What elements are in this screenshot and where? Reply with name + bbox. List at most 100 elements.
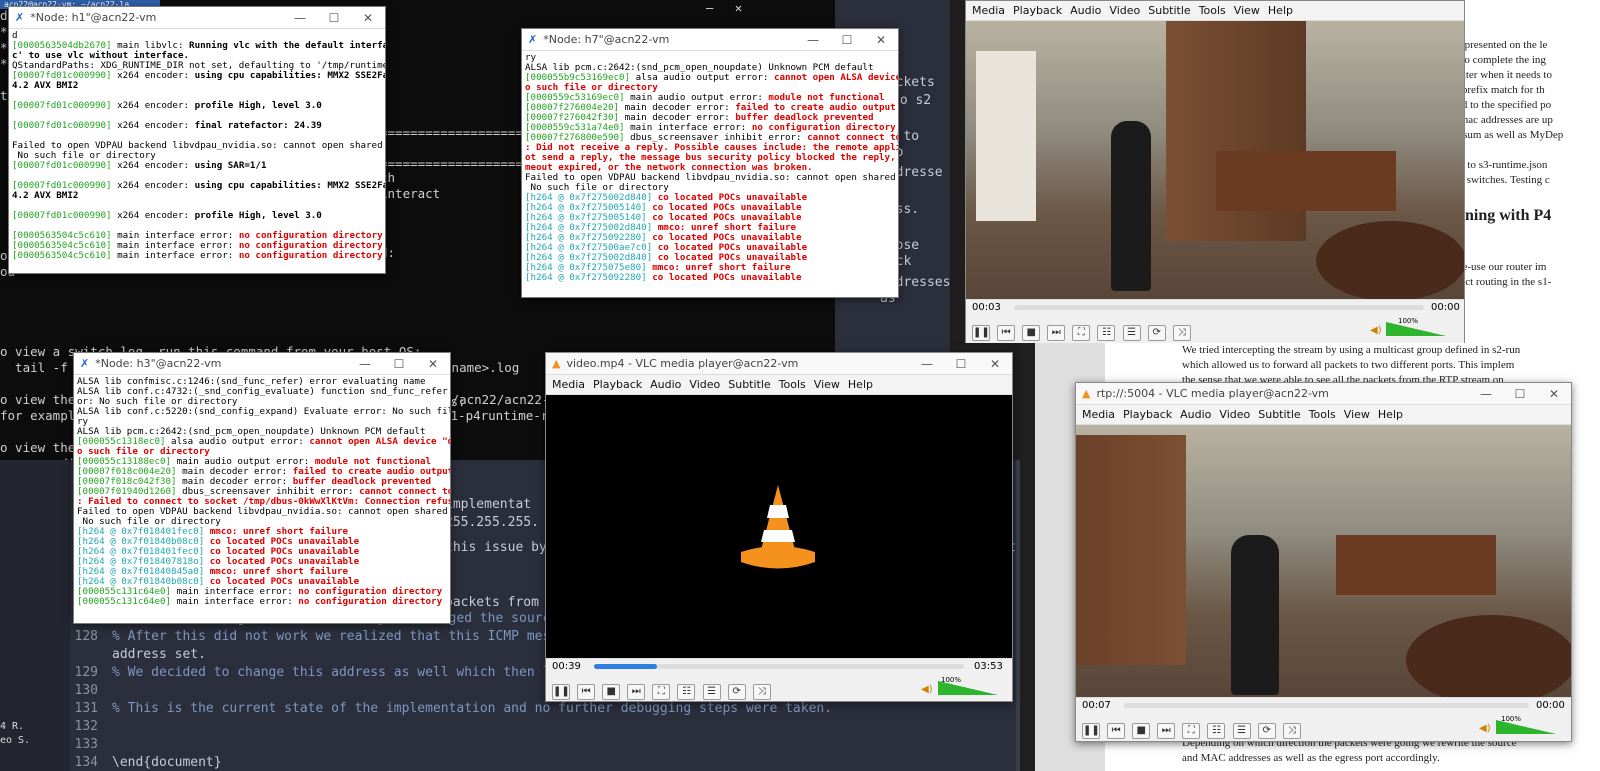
close-button[interactable]: ✕ xyxy=(978,357,1012,371)
menu-item[interactable]: View xyxy=(814,378,848,391)
shuffle-button[interactable]: ⤨ xyxy=(1282,723,1301,739)
menu-item[interactable]: Tools xyxy=(779,378,814,391)
close-button[interactable]: ✕ xyxy=(864,33,898,47)
speaker-icon[interactable]: ◀) xyxy=(1370,325,1382,336)
maximize-button[interactable]: ☐ xyxy=(382,357,416,371)
fullscreen-button[interactable]: ⛶ xyxy=(1182,723,1201,739)
extended-settings-button[interactable]: ☷ xyxy=(1207,723,1226,739)
seek-fill xyxy=(594,664,657,669)
xterm-h7[interactable]: ✗ *Node: h7"@acn22-vm — ☐ ✕ ry ALSA lib pcm.c… xyxy=(521,28,899,298)
menu-item[interactable]: Media xyxy=(552,378,593,391)
menu-item[interactable]: Media xyxy=(1082,408,1123,421)
terminal-output[interactable]: d [0000563504db2670] main libvlc: Running… xyxy=(9,29,385,273)
menu-item[interactable]: Playback xyxy=(1013,4,1070,17)
xterm-h3[interactable]: ✗ *Node: h3"@acn22-vm — ☐ ✕ ALSA lib confmis… xyxy=(73,352,451,624)
seek-bar[interactable] xyxy=(1124,703,1529,708)
menu-item[interactable]: Subtitle xyxy=(728,378,778,391)
controls[interactable]: 00:07 00:00 ❚❚ ⏮ ■ ⏭ ⛶ ☷ ☰ ⟳ ⤨ ◀) 100% xyxy=(1076,697,1571,741)
close-button[interactable]: ✕ xyxy=(351,11,385,25)
shuffle-button[interactable]: ⤨ xyxy=(1172,325,1191,341)
playlist-button[interactable]: ☰ xyxy=(702,684,721,700)
loop-button[interactable]: ⟳ xyxy=(727,684,746,700)
menu-item[interactable]: Playback xyxy=(593,378,650,391)
menu-item[interactable]: Media xyxy=(972,4,1013,17)
menu-item[interactable]: View xyxy=(1344,408,1378,421)
seek-bar[interactable] xyxy=(1014,305,1424,310)
loop-button[interactable]: ⟳ xyxy=(1257,723,1276,739)
menu-item[interactable]: Subtitle xyxy=(1148,4,1198,17)
extended-settings-button[interactable]: ☷ xyxy=(1097,325,1116,341)
vlc-rtp-window[interactable]: ▲ rtp://:5004 - VLC media player@acn22-vm… xyxy=(1075,382,1572,742)
title-bar[interactable]: ▲ rtp://:5004 - VLC media player@acn22-vm… xyxy=(1076,383,1571,405)
menu-item[interactable]: Tools xyxy=(1309,408,1344,421)
menu-item[interactable]: Video xyxy=(1219,408,1258,421)
playlist-button[interactable]: ☰ xyxy=(1232,723,1251,739)
terminal-output[interactable]: ALSA lib confmisc.c:1246:(snd_func_refer… xyxy=(74,375,450,623)
fullscreen-button[interactable]: ⛶ xyxy=(652,684,671,700)
close-button[interactable]: ✕ xyxy=(1537,387,1571,401)
speaker-icon[interactable]: ◀) xyxy=(1479,723,1491,734)
speaker-icon[interactable]: ◀) xyxy=(921,684,933,695)
menu-item[interactable]: Audio xyxy=(650,378,689,391)
minimize-button[interactable]: — xyxy=(283,11,317,25)
stop-button[interactable]: ■ xyxy=(1132,723,1151,739)
menu-item[interactable]: Help xyxy=(1268,4,1301,17)
stop-button[interactable]: ■ xyxy=(602,684,621,700)
menu-item[interactable]: View xyxy=(1234,4,1268,17)
next-button[interactable]: ⏭ xyxy=(1157,723,1176,739)
button-row[interactable]: ❚❚ ⏮ ■ ⏭ ⛶ ☷ ☰ ⟳ ⤨ xyxy=(1082,718,1303,739)
minimize-button[interactable]: — xyxy=(348,357,382,371)
close-button[interactable]: ✕ xyxy=(416,357,450,371)
maximize-button[interactable]: ☐ xyxy=(1503,387,1537,401)
playlist-button[interactable]: ☰ xyxy=(1122,325,1141,341)
pause-button[interactable]: ❚❚ xyxy=(1082,723,1100,739)
maximize-button[interactable]: ☐ xyxy=(830,33,864,47)
pause-button[interactable]: ❚❚ xyxy=(552,684,570,700)
stop-button[interactable]: ■ xyxy=(1022,325,1041,341)
menu-item[interactable]: Subtitle xyxy=(1258,408,1308,421)
prev-button[interactable]: ⏮ xyxy=(1107,723,1126,739)
button-row[interactable]: ❚❚ ⏮ ■ ⏭ ⛶ ☷ ☰ ⟳ ⤨ xyxy=(552,679,773,700)
loop-button[interactable]: ⟳ xyxy=(1147,325,1166,341)
xterm-h1[interactable]: ✗ *Node: h1"@acn22-vm — ☐ ✕ d [0000563504db26… xyxy=(8,6,386,274)
vlc-top-window[interactable]: Media Playback Audio Video Subtitle Tools View… xyxy=(965,0,1465,343)
terminal-output[interactable]: ry ALSA lib pcm.c:2642:(snd_pcm_open_noup… xyxy=(522,51,898,297)
menu-bar[interactable]: Media Playback Audio Video Subtitle Tools View… xyxy=(546,375,1012,395)
fullscreen-button[interactable]: ⛶ xyxy=(1072,325,1091,341)
maximize-button[interactable]: ☐ xyxy=(944,357,978,371)
button-row[interactable]: ❚❚ ⏮ ■ ⏭ ⛶ ☷ ☰ ⟳ ⤨ xyxy=(972,320,1193,341)
pause-button[interactable]: ❚❚ xyxy=(972,325,990,341)
extended-settings-button[interactable]: ☷ xyxy=(677,684,696,700)
menu-item[interactable]: Video xyxy=(1109,4,1148,17)
vlc-video-window[interactable]: ▲ video.mp4 - VLC media player@acn22-vm — ☐… xyxy=(545,352,1013,702)
menu-item[interactable]: Audio xyxy=(1180,408,1219,421)
menu-item[interactable]: Tools xyxy=(1199,4,1234,17)
prev-button[interactable]: ⏮ xyxy=(997,325,1016,341)
controls[interactable]: 00:39 03:53 ❚❚ ⏮ ■ ⏭ ⛶ ☷ ☰ ⟳ ⤨ ◀) 100% xyxy=(546,658,1012,701)
window-title: *Node: h7"@acn22-vm xyxy=(543,33,670,46)
shuffle-button[interactable]: ⤨ xyxy=(752,684,771,700)
seek-bar[interactable] xyxy=(594,664,964,669)
menu-item[interactable]: Playback xyxy=(1123,408,1180,421)
title-bar[interactable]: ✗ *Node: h3"@acn22-vm — ☐ ✕ xyxy=(74,353,450,375)
menu-item[interactable]: Help xyxy=(848,378,881,391)
minimize-button[interactable]: — xyxy=(796,33,830,47)
next-button[interactable]: ⏭ xyxy=(627,684,646,700)
title-bar[interactable]: ✗ *Node: h7"@acn22-vm — ☐ ✕ xyxy=(522,29,898,51)
menu-item[interactable]: Video xyxy=(689,378,728,391)
minimize-button[interactable]: — xyxy=(910,357,944,371)
controls[interactable]: 00:03 00:00 ❚❚ ⏮ ■ ⏭ ⛶ ☷ ☰ ⟳ ⤨ ◀) 100% xyxy=(966,299,1464,343)
prev-button[interactable]: ⏮ xyxy=(577,684,596,700)
menu-bar[interactable]: Media Playback Audio Video Subtitle Tools View… xyxy=(1076,405,1571,425)
maximize-button[interactable]: ☐ xyxy=(317,11,351,25)
next-button[interactable]: ⏭ xyxy=(1047,325,1066,341)
sidebar-item[interactable]: eo S. xyxy=(0,732,30,750)
menu-item[interactable]: Audio xyxy=(1070,4,1109,17)
title-bar[interactable]: ✗ *Node: h1"@acn22-vm — ☐ ✕ xyxy=(9,7,385,29)
minimize-button[interactable]: — xyxy=(1469,387,1503,401)
menu-item[interactable]: Help xyxy=(1378,408,1411,421)
menu-bar[interactable]: Media Playback Audio Video Subtitle Tools View… xyxy=(966,1,1464,21)
window-controls[interactable]: — ✕ xyxy=(706,0,742,16)
title-bar[interactable]: ▲ video.mp4 - VLC media player@acn22-vm — ☐… xyxy=(546,353,1012,375)
